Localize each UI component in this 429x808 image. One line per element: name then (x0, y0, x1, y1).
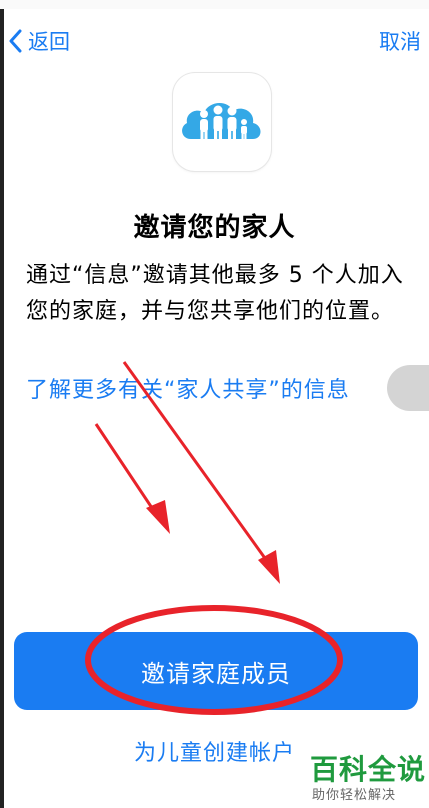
watermark-brand: 百科全说 (310, 753, 427, 786)
watermark-tagline: 助你轻松解决 (312, 788, 397, 803)
back-button[interactable]: 返回 (8, 24, 70, 58)
learn-more-link[interactable]: 了解更多有关“家人共享”的信息 (26, 372, 350, 404)
cancel-button[interactable]: 取消 (379, 24, 421, 58)
watermark-logo: 百科全说 助你轻松解决 (300, 744, 429, 808)
invite-family-member-button[interactable]: 邀请家庭成员 (14, 632, 418, 710)
page-title: 邀请您的家人 (133, 213, 296, 243)
back-label: 返回 (28, 30, 70, 54)
description-text: 通过“信息”邀请其他最多 5 个人加入您的家庭，并与您共享他们的位置。 (26, 263, 404, 324)
family-sharing-icon (173, 73, 271, 171)
chevron-left-icon (9, 29, 22, 53)
assistive-touch-button[interactable] (387, 365, 429, 411)
status-bar (0, 0, 429, 9)
